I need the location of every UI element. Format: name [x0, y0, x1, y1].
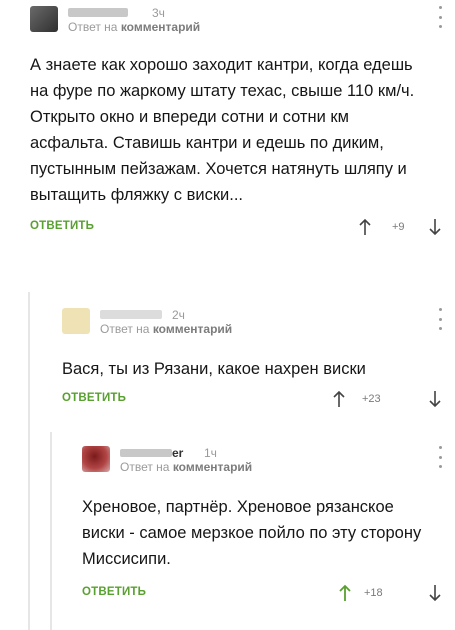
comment-text: Хреновое, партнёр. Хреновое рязанское ви…: [82, 498, 422, 568]
comment-score: +18: [364, 587, 383, 599]
username[interactable]: [100, 310, 162, 319]
reply-button[interactable]: ОТВЕТИТЬ: [30, 220, 94, 232]
avatar[interactable]: [82, 446, 110, 472]
downvote-arrow-icon[interactable]: [428, 584, 442, 602]
reply-to-link[interactable]: комментарий: [173, 460, 252, 474]
comment-1: 3ч Ответ на комментарий А знаете как хор…: [30, 6, 445, 238]
comment-header: er 1ч Ответ на комментарий: [82, 446, 445, 480]
comment-time: 2ч: [172, 308, 185, 322]
reply-to-link[interactable]: комментарий: [121, 20, 200, 34]
avatar[interactable]: [30, 6, 58, 32]
reply-to-link[interactable]: комментарий: [153, 322, 232, 336]
thread-line-level-2: [50, 432, 52, 630]
reply-to-label: Ответ на комментарий: [120, 460, 253, 474]
comment-actions: ОТВЕТИТЬ +18: [82, 584, 445, 604]
comment-text: А знаете как хорошо заходит кантри, когд…: [30, 56, 415, 204]
comment-score: +23: [362, 393, 381, 405]
more-options-icon[interactable]: [437, 446, 443, 468]
upvote-arrow-icon[interactable]: [358, 218, 372, 236]
upvote-arrow-icon[interactable]: [338, 584, 352, 602]
username[interactable]: [68, 8, 128, 17]
more-options-icon[interactable]: [437, 6, 443, 28]
comment-3: er 1ч Ответ на комментарий Хреновое, пар…: [82, 446, 445, 604]
comment-header: 3ч Ответ на комментарий: [30, 6, 445, 40]
avatar[interactable]: [62, 308, 90, 334]
comment-2: 2ч Ответ на комментарий Вася, ты из Ряза…: [62, 308, 445, 410]
comment-actions: ОТВЕТИТЬ +9: [30, 218, 445, 238]
thread-line-level-1: [28, 292, 30, 630]
upvote-arrow-icon[interactable]: [332, 390, 346, 408]
comment-actions: ОТВЕТИТЬ +23: [62, 390, 445, 410]
reply-button[interactable]: ОТВЕТИТЬ: [62, 392, 126, 404]
comment-text: Вася, ты из Рязани, какое нахрен виски: [62, 360, 366, 378]
comment-header: 2ч Ответ на комментарий: [62, 308, 445, 342]
reply-to-label: Ответ на комментарий: [68, 20, 201, 34]
comment-time: 3ч: [152, 6, 165, 20]
comment-time: 1ч: [204, 446, 217, 460]
reply-to-label: Ответ на комментарий: [100, 322, 233, 336]
downvote-arrow-icon[interactable]: [428, 218, 442, 236]
downvote-arrow-icon[interactable]: [428, 390, 442, 408]
reply-button[interactable]: ОТВЕТИТЬ: [82, 586, 146, 598]
more-options-icon[interactable]: [437, 308, 443, 330]
comment-score: +9: [392, 221, 405, 233]
